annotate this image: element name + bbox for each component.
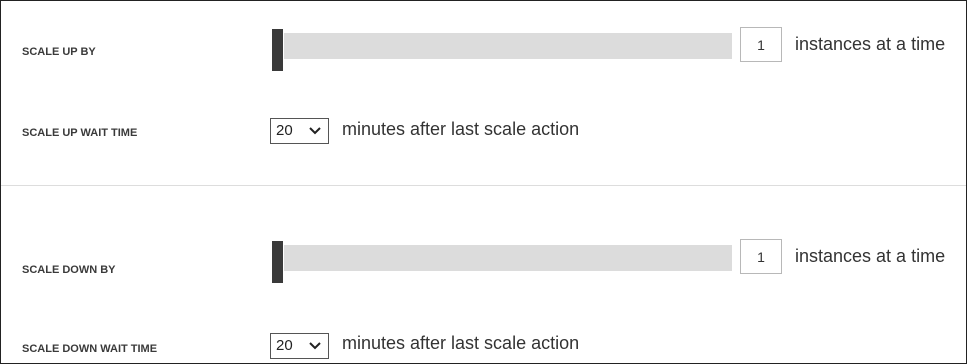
scale-up-slider-thumb[interactable]	[272, 29, 283, 71]
scale-down-instances-input[interactable]	[740, 239, 782, 274]
scale-down-by-slider[interactable]	[272, 241, 732, 283]
scale-down-by-label: SCALE DOWN BY	[22, 264, 116, 276]
chevron-down-icon	[309, 342, 321, 350]
scale-up-instances-suffix: instances at a time	[795, 34, 946, 54]
scale-up-slider-track[interactable]	[284, 33, 732, 59]
scale-up-by-label: SCALE UP BY	[22, 46, 96, 58]
scale-down-wait-time-select[interactable]: 20	[270, 333, 329, 359]
section-divider	[1, 185, 966, 186]
scale-down-instances-suffix: instances at a time	[795, 246, 946, 266]
scale-up-instances-input[interactable]	[740, 27, 782, 62]
scale-up-wait-time-select[interactable]: 20	[270, 118, 329, 144]
autoscale-settings-panel: SCALE UP BY instances at a time SCALE UP…	[0, 0, 967, 364]
scale-up-by-slider[interactable]	[272, 29, 732, 71]
scale-down-wait-time-suffix: minutes after last scale action	[342, 333, 580, 353]
scale-down-wait-time-value: 20	[276, 337, 293, 354]
scale-up-wait-time-value: 20	[276, 122, 293, 139]
scale-down-slider-thumb[interactable]	[272, 241, 283, 283]
scale-down-wait-time-label: SCALE DOWN WAIT TIME	[22, 343, 158, 355]
scale-up-wait-time-suffix: minutes after last scale action	[342, 119, 580, 139]
scale-down-slider-track[interactable]	[284, 245, 732, 271]
chevron-down-icon	[309, 127, 321, 135]
scale-up-wait-time-label: SCALE UP WAIT TIME	[22, 127, 138, 139]
